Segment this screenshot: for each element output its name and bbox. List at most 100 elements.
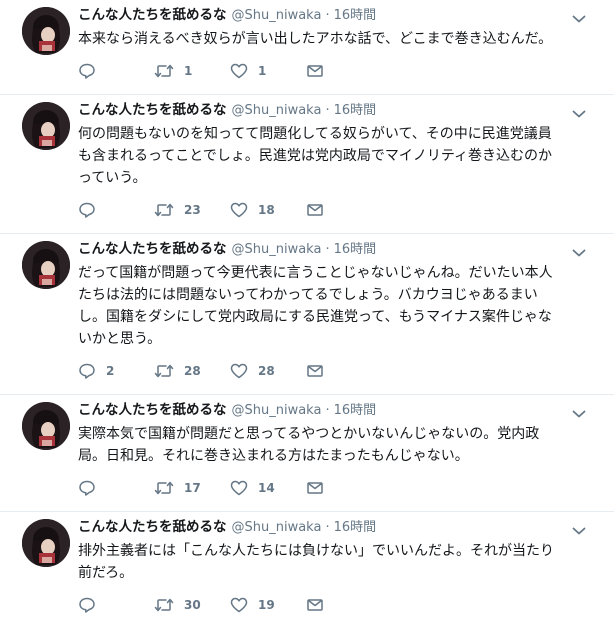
separator-dot: · bbox=[325, 103, 330, 118]
display-name[interactable]: こんな人たちを舐めるな bbox=[78, 240, 227, 258]
like-button[interactable]: 18 bbox=[230, 201, 306, 219]
tweet-header: こんな人たちを舐めるな @Shu_niwaka · 16時間 bbox=[78, 240, 602, 258]
chevron-down-icon[interactable] bbox=[572, 9, 586, 23]
tweet-text: だって国籍が問題って今更代表に言うことじゃないじゃんね。だいたい本人たちは法的に… bbox=[78, 265, 553, 347]
chevron-down-icon[interactable] bbox=[572, 521, 586, 535]
avatar-image bbox=[22, 102, 70, 150]
tweet-actions: 1 1 bbox=[78, 56, 602, 86]
timestamp[interactable]: 16時間 bbox=[334, 102, 377, 120]
like-button[interactable]: 19 bbox=[230, 596, 306, 614]
avatar-image bbox=[22, 7, 70, 55]
heart-icon bbox=[230, 202, 248, 218]
reply-icon bbox=[79, 480, 95, 496]
direct-message-button[interactable] bbox=[306, 479, 382, 497]
user-handle[interactable]: @Shu_niwaka bbox=[232, 402, 322, 420]
direct-message-button[interactable] bbox=[306, 596, 382, 614]
reply-icon bbox=[79, 597, 95, 613]
tweet-actions: 30 19 bbox=[78, 590, 602, 620]
tweet-header: こんな人たちを舐めるな @Shu_niwaka · 16時間 bbox=[78, 101, 602, 119]
retweet-count: 1 bbox=[184, 64, 193, 78]
chevron-down-icon[interactable] bbox=[572, 104, 586, 118]
like-button[interactable]: 28 bbox=[230, 362, 306, 380]
retweet-button[interactable]: 23 bbox=[154, 201, 230, 219]
separator-dot: · bbox=[325, 8, 330, 23]
display-name[interactable]: こんな人たちを舐めるな bbox=[78, 6, 227, 24]
direct-message-button[interactable] bbox=[306, 362, 382, 380]
avatar-image bbox=[22, 519, 70, 567]
retweet-count: 17 bbox=[184, 481, 201, 495]
display-name[interactable]: こんな人たちを舐めるな bbox=[78, 101, 227, 119]
tweet-actions: 17 14 bbox=[78, 473, 602, 503]
tweet-actions: 2 28 28 bbox=[78, 356, 602, 386]
reply-icon bbox=[79, 363, 95, 379]
like-count: 19 bbox=[258, 598, 275, 612]
tweet[interactable]: こんな人たちを舐めるな @Shu_niwaka · 16時間 だって国籍が問題っ… bbox=[0, 234, 614, 395]
chevron-down-icon[interactable] bbox=[572, 404, 586, 418]
envelope-icon bbox=[307, 365, 323, 377]
timestamp[interactable]: 16時間 bbox=[334, 241, 377, 259]
user-handle[interactable]: @Shu_niwaka bbox=[232, 519, 322, 537]
display-name[interactable]: こんな人たちを舐めるな bbox=[78, 401, 227, 419]
avatar[interactable] bbox=[22, 241, 70, 289]
user-handle[interactable]: @Shu_niwaka bbox=[232, 7, 322, 25]
tweet[interactable]: こんな人たちを舐めるな @Shu_niwaka · 16時間 排外主義者には「こ… bbox=[0, 512, 614, 620]
retweet-icon bbox=[154, 481, 174, 495]
avatar-image bbox=[22, 241, 70, 289]
tweet[interactable]: こんな人たちを舐めるな @Shu_niwaka · 16時間 何の問題もないのを… bbox=[0, 95, 614, 234]
retweet-icon bbox=[154, 203, 174, 217]
reply-button[interactable]: 2 bbox=[78, 362, 154, 380]
tweet-text: 何の問題もないのを知ってて問題化してる奴らがいて、その中に民進党議員も含まれるっ… bbox=[78, 126, 553, 186]
envelope-icon bbox=[307, 65, 323, 77]
timestamp[interactable]: 16時間 bbox=[334, 402, 377, 420]
retweet-button[interactable]: 30 bbox=[154, 596, 230, 614]
heart-icon bbox=[230, 63, 248, 79]
timestamp[interactable]: 16時間 bbox=[334, 519, 377, 537]
retweet-button[interactable]: 1 bbox=[154, 62, 230, 80]
tweet-text: 排外主義者には「こんな人たちには負けない」でいいんだよ。それが当たり前だろ。 bbox=[78, 543, 554, 581]
envelope-icon bbox=[307, 482, 323, 494]
avatar[interactable] bbox=[22, 519, 70, 567]
like-count: 1 bbox=[258, 64, 267, 78]
tweet[interactable]: こんな人たちを舐めるな @Shu_niwaka · 16時間 本来なら消えるべき… bbox=[0, 0, 614, 95]
tweet-header: こんな人たちを舐めるな @Shu_niwaka · 16時間 bbox=[78, 518, 602, 536]
tweet-actions: 23 18 bbox=[78, 195, 602, 225]
reply-button[interactable] bbox=[78, 596, 154, 614]
display-name[interactable]: こんな人たちを舐めるな bbox=[78, 518, 227, 536]
envelope-icon bbox=[307, 204, 323, 216]
tweet-text: 本来なら消えるべき奴らが言い出したアホな話で、どこまで巻き込むんだ。 bbox=[78, 31, 553, 47]
like-button[interactable]: 14 bbox=[230, 479, 306, 497]
reply-button[interactable] bbox=[78, 62, 154, 80]
like-button[interactable]: 1 bbox=[230, 62, 306, 80]
tweet-header: こんな人たちを舐めるな @Shu_niwaka · 16時間 bbox=[78, 401, 602, 419]
heart-icon bbox=[230, 363, 248, 379]
user-handle[interactable]: @Shu_niwaka bbox=[232, 241, 322, 259]
avatar[interactable] bbox=[22, 7, 70, 55]
retweet-count: 23 bbox=[184, 203, 201, 217]
tweet[interactable]: こんな人たちを舐めるな @Shu_niwaka · 16時間 実際本気で国籍が問… bbox=[0, 395, 614, 512]
tweet-header: こんな人たちを舐めるな @Shu_niwaka · 16時間 bbox=[78, 6, 602, 24]
chevron-down-icon[interactable] bbox=[572, 243, 586, 257]
reply-icon bbox=[79, 202, 95, 218]
timestamp[interactable]: 16時間 bbox=[334, 7, 377, 25]
direct-message-button[interactable] bbox=[306, 62, 382, 80]
retweet-count: 28 bbox=[184, 364, 201, 378]
reply-button[interactable] bbox=[78, 479, 154, 497]
retweet-icon bbox=[154, 64, 174, 78]
reply-icon bbox=[79, 63, 95, 79]
avatar[interactable] bbox=[22, 402, 70, 450]
like-count: 18 bbox=[258, 203, 275, 217]
tweet-feed: こんな人たちを舐めるな @Shu_niwaka · 16時間 本来なら消えるべき… bbox=[0, 0, 614, 620]
tweet-text: 実際本気で国籍が問題だと思ってるやつとかいないんじゃないの。党内政局。日和見。そ… bbox=[78, 426, 540, 464]
retweet-button[interactable]: 17 bbox=[154, 479, 230, 497]
reply-count: 2 bbox=[106, 364, 115, 378]
retweet-icon bbox=[154, 598, 174, 612]
heart-icon bbox=[230, 480, 248, 496]
retweet-button[interactable]: 28 bbox=[154, 362, 230, 380]
avatar-image bbox=[22, 402, 70, 450]
reply-button[interactable] bbox=[78, 201, 154, 219]
like-count: 28 bbox=[258, 364, 275, 378]
direct-message-button[interactable] bbox=[306, 201, 382, 219]
retweet-icon bbox=[154, 364, 174, 378]
user-handle[interactable]: @Shu_niwaka bbox=[232, 102, 322, 120]
avatar[interactable] bbox=[22, 102, 70, 150]
